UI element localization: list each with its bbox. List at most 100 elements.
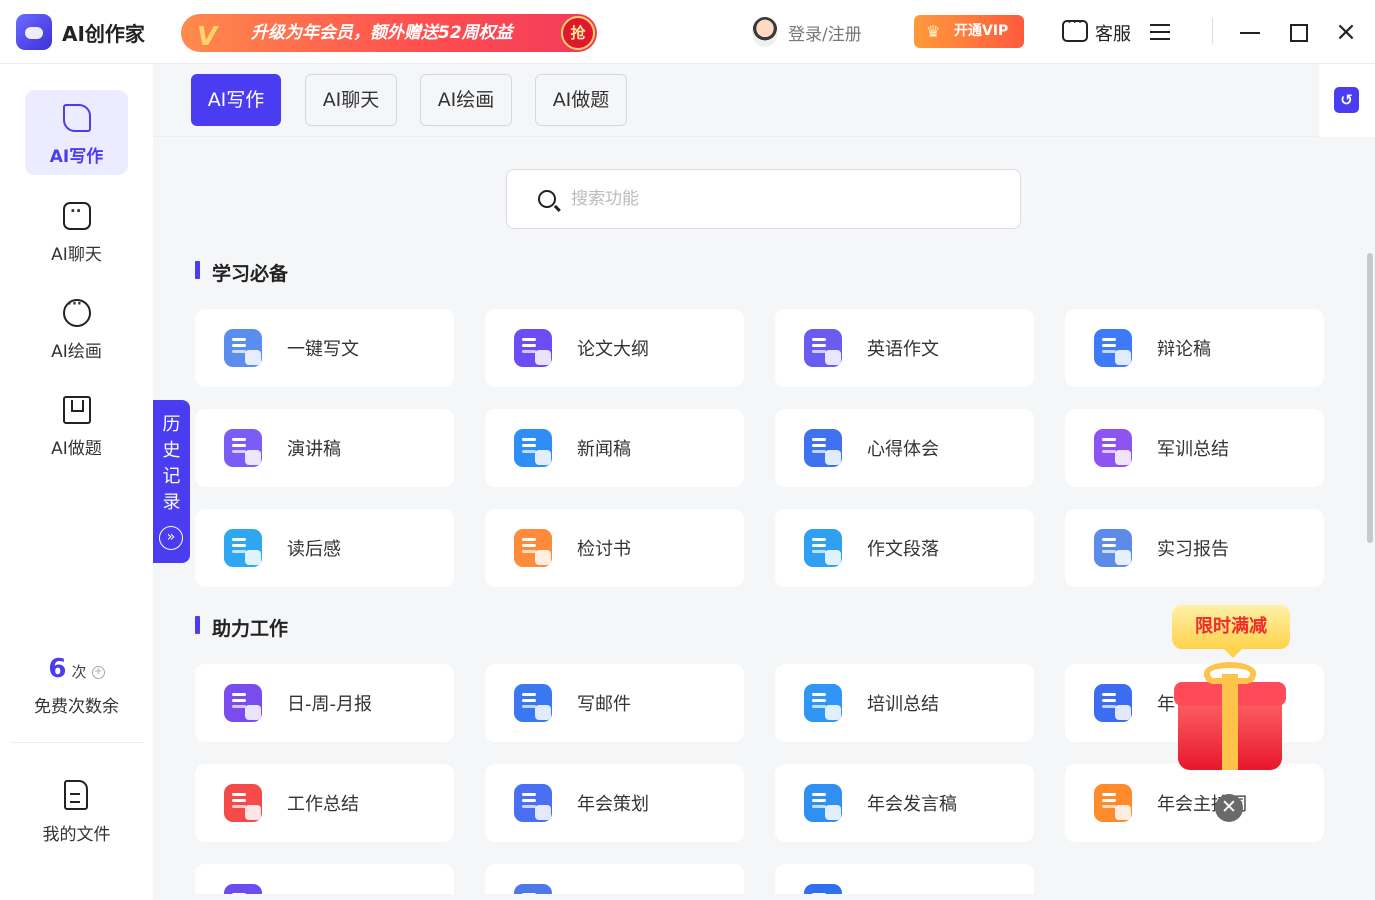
feature-icon (514, 429, 552, 467)
feature-card[interactable] (485, 864, 744, 894)
free-count-label: 免费次数余 (34, 697, 119, 717)
feature-card[interactable]: 工作总结 (195, 764, 454, 842)
history-label: 历史记录 (162, 414, 181, 513)
sidebar-item-ai-chat[interactable]: AI聊天 (25, 188, 128, 273)
feature-card[interactable] (195, 864, 454, 894)
tab-ai-quiz[interactable]: AI做题 (535, 74, 627, 126)
free-count-number: 6 (48, 654, 67, 684)
feature-icon (804, 329, 842, 367)
grab-badge[interactable]: 抢 (561, 16, 595, 50)
feature-label: 年会发言稿 (867, 794, 957, 815)
add-count-icon[interactable]: + (91, 666, 105, 679)
search-icon (538, 190, 556, 208)
feature-label: 一键写文 (287, 339, 359, 360)
feature-card[interactable]: 辩论稿 (1065, 309, 1324, 387)
avatar[interactable] (752, 17, 778, 47)
feature-icon (1094, 329, 1132, 367)
my-files-link[interactable]: 我的文件 (0, 820, 153, 845)
feature-label: 年会策划 (577, 794, 649, 815)
feature-card[interactable]: 写邮件 (485, 664, 744, 742)
feature-label: 论文大纲 (577, 339, 649, 360)
expand-arrow-icon[interactable]: » (159, 526, 183, 550)
feature-card[interactable]: 年会策划 (485, 764, 744, 842)
feature-card[interactable]: 心得体会 (775, 409, 1034, 487)
maximize-button[interactable] (1290, 24, 1308, 42)
customer-service-icon[interactable] (1062, 15, 1088, 42)
close-promo-button[interactable]: ✕ (1215, 794, 1243, 822)
feature-label: 军训总结 (1157, 439, 1229, 460)
feature-card[interactable]: 年会发言稿 (775, 764, 1034, 842)
tab-ai-painting[interactable]: AI绘画 (420, 74, 512, 126)
open-vip-button[interactable]: ♛ 开通VIP (914, 15, 1024, 48)
section-title: 学习必备 (195, 259, 288, 286)
limited-discount-badge[interactable]: 限时满减 (1172, 605, 1290, 658)
gift-bow (1204, 662, 1256, 684)
app-logo-icon (16, 14, 52, 50)
feature-icon (514, 329, 552, 367)
free-count[interactable]: 6 次 + (0, 654, 153, 684)
search-input[interactable] (571, 184, 991, 214)
feature-icon (804, 529, 842, 567)
feature-label: 检讨书 (577, 539, 631, 560)
feature-card[interactable]: 英语作文 (775, 309, 1034, 387)
crown-icon: ♛ (926, 22, 941, 41)
feature-card[interactable]: 实习报告 (1065, 509, 1324, 587)
feature-label: 作文段落 (867, 539, 939, 560)
banner-text: 升级为年会员，额外赠送52周权益 (251, 23, 513, 43)
feature-icon (224, 684, 262, 722)
minimize-button[interactable] (1240, 32, 1260, 34)
feature-label: 辩论稿 (1157, 339, 1211, 360)
login-register-link[interactable]: 登录/注册 (788, 20, 862, 45)
feature-label: 年 (1157, 694, 1175, 715)
feature-card[interactable]: 军训总结 (1065, 409, 1324, 487)
history-panel-toggle[interactable]: 历史记录 » (153, 400, 190, 563)
feature-card[interactable] (775, 864, 1034, 894)
app-title: AI创作家 (62, 22, 145, 46)
menu-icon[interactable] (1150, 24, 1170, 40)
sidebar-item-ai-writing[interactable]: AI写作 (25, 90, 128, 175)
feature-card[interactable]: 一键写文 (195, 309, 454, 387)
sidebar: AI写作 AI聊天 AI绘画 AI做题 6 次 + 免费次数余 我的文件 (0, 64, 153, 900)
feature-card[interactable]: 论文大纲 (485, 309, 744, 387)
feature-icon (804, 429, 842, 467)
pen-icon (63, 104, 91, 132)
feature-icon (224, 329, 262, 367)
feature-card[interactable]: 年会主持词 (1065, 764, 1324, 842)
tab-ai-writing[interactable]: AI写作 (191, 74, 281, 126)
feature-icon (514, 884, 552, 894)
feature-label: 工作总结 (287, 794, 359, 815)
feature-icon (1094, 684, 1132, 722)
feature-icon (804, 684, 842, 722)
feature-icon (514, 684, 552, 722)
scrollbar[interactable] (1367, 253, 1373, 543)
back-icon[interactable]: ↺ (1334, 87, 1359, 113)
feature-icon (224, 884, 262, 894)
feature-card[interactable]: 作文段落 (775, 509, 1034, 587)
close-window-button[interactable]: × (1334, 19, 1358, 45)
feature-card[interactable]: 新闻稿 (485, 409, 744, 487)
feature-card[interactable]: 演讲稿 (195, 409, 454, 487)
feature-label: 写邮件 (577, 694, 631, 715)
file-icon[interactable] (64, 780, 88, 810)
vip-promo-banner[interactable]: V 升级为年会员，额外赠送52周权益 抢 (181, 14, 597, 52)
feature-card[interactable]: 检讨书 (485, 509, 744, 587)
main-content: 学习必备 助力工作 一键写文 论文大纲 英语作文 辩论稿演讲稿 新闻稿 心得体会 军训总结读… (153, 138, 1375, 894)
gift-box-icon[interactable] (1174, 662, 1286, 770)
feature-label: 日-周-月报 (287, 694, 372, 715)
tab-ai-chat[interactable]: AI聊天 (305, 74, 397, 126)
sidebar-item-label: AI聊天 (51, 245, 102, 265)
feature-label: 实习报告 (1157, 539, 1229, 560)
feature-icon (1094, 784, 1132, 822)
sidebar-item-ai-quiz[interactable]: AI做题 (25, 382, 128, 467)
sidebar-item-ai-painting[interactable]: AI绘画 (25, 285, 128, 370)
feature-card[interactable]: 培训总结 (775, 664, 1034, 742)
palette-icon (63, 297, 91, 327)
feature-label: 演讲稿 (287, 439, 341, 460)
feature-card[interactable]: 读后感 (195, 509, 454, 587)
feature-card[interactable]: 日-周-月报 (195, 664, 454, 742)
vip-v-icon: V (197, 22, 218, 52)
feature-icon (514, 784, 552, 822)
section-title: 助力工作 (195, 614, 288, 641)
customer-service-button[interactable]: 客服 (1095, 20, 1131, 46)
search-box[interactable] (506, 169, 1021, 229)
